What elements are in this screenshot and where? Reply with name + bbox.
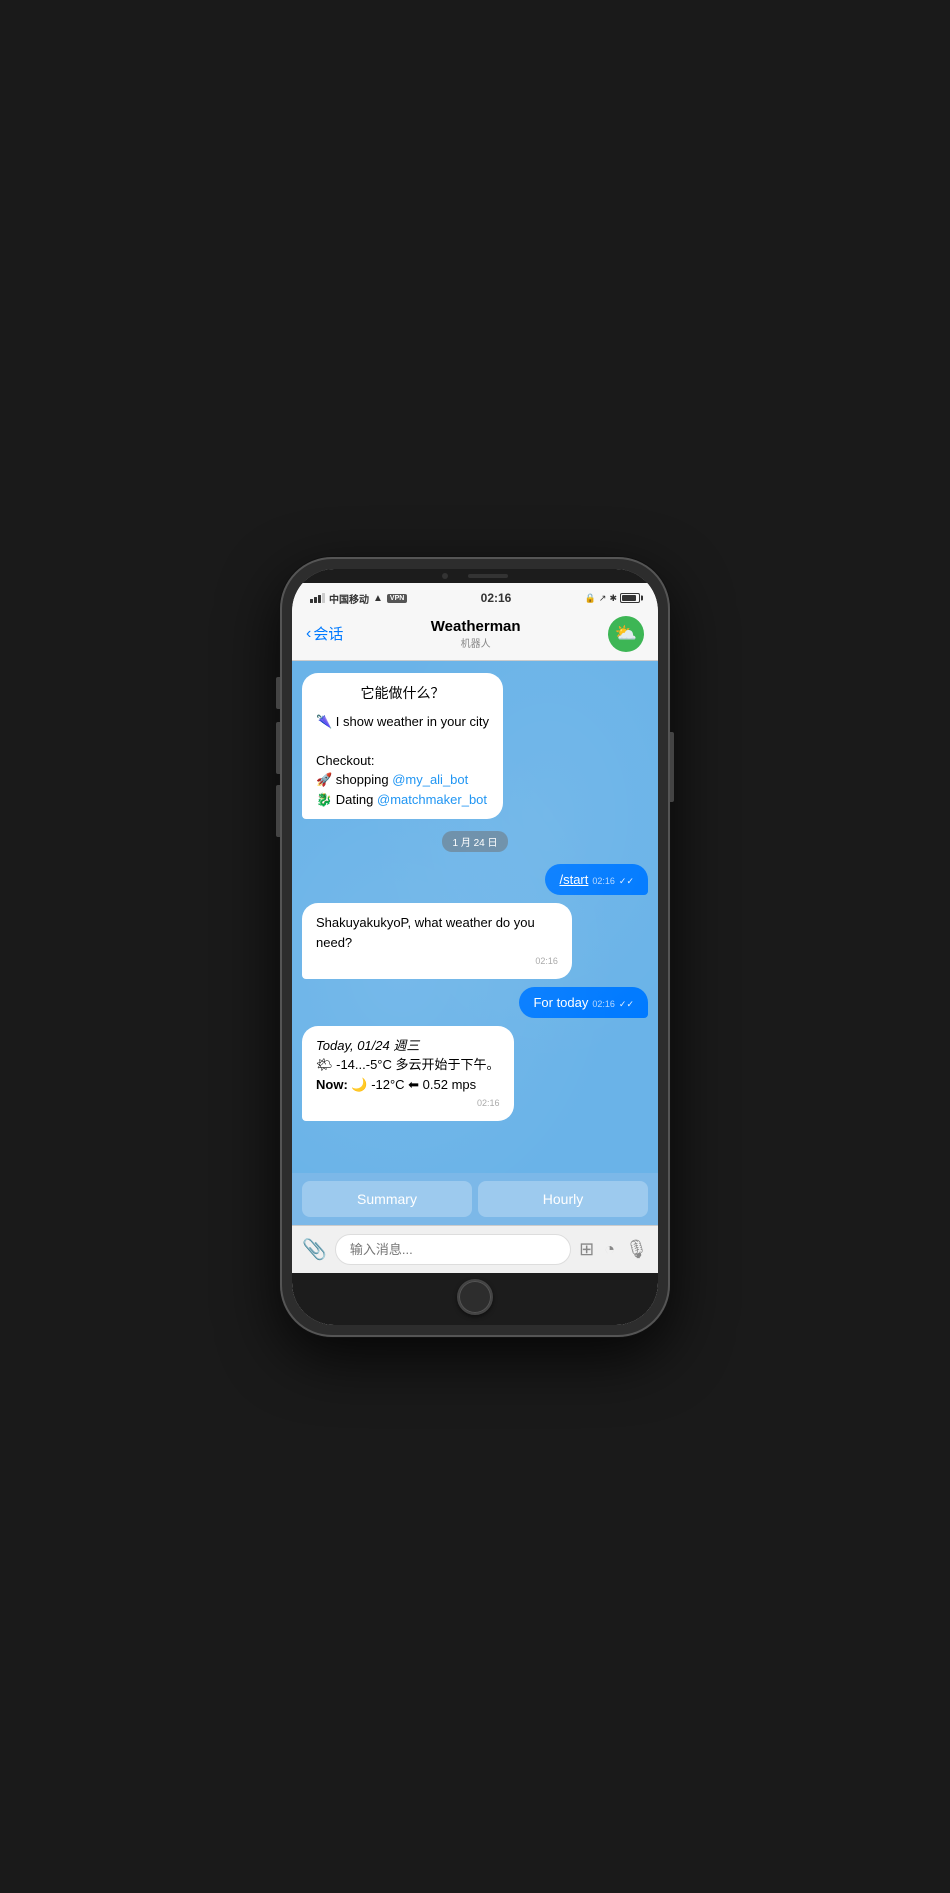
weather-temp-line: 🌤 -14...-5°C 多云开始于下午。 [316,1055,500,1075]
start-text: /start [559,872,588,887]
mic-icon[interactable]: 🎙 [625,1239,648,1260]
mute-button[interactable] [276,677,280,709]
home-button[interactable] [457,1279,493,1315]
for-today-checks: ✓✓ [619,999,634,1010]
signal-bar-1 [310,599,313,603]
battery-fill [622,595,636,601]
start-time: 02:16 [592,876,615,886]
screen: 中国移动 ▲ VPN 02:16 🔒 ↗ ✱ ‹ 会话 [292,569,658,1325]
status-right-icons: 🔒 ↗ ✱ [585,593,640,604]
signal-bars [310,593,325,603]
start-message-bubble: /start 02:16 ✓✓ [545,864,648,895]
signal-bar-2 [314,597,317,603]
battery-indicator [620,593,640,603]
status-bar: 中国移动 ▲ VPN 02:16 🔒 ↗ ✱ [292,583,658,610]
for-today-time: 02:16 [592,999,615,1009]
wifi-icon: ▲ [373,593,383,604]
action-buttons-bar: Summary Hourly [292,1173,658,1225]
chat-title: Weatherman [431,618,521,635]
power-button[interactable] [670,732,674,802]
bluetooth-icon: ✱ [609,593,617,604]
status-time: 02:16 [481,591,512,605]
for-today-text: For today [533,995,588,1010]
weather-date-line: Today, 01/24 週三 [316,1036,500,1056]
bubble-shopping: 🚀 shopping @my_ali_bot [316,770,489,790]
signal-bar-3 [318,595,321,603]
back-label: 会话 [313,623,343,644]
weather-query-time: 02:16 [316,955,558,969]
summary-button[interactable]: Summary [302,1181,472,1217]
start-checks: ✓✓ [619,876,634,887]
bubble-line-1: 🌂 I show weather in your city [316,712,489,732]
signal-bar-4 [322,593,325,603]
weather-now-line: Now: 🌙 -12°C ⬅ 0.52 mps [316,1075,500,1095]
phone-frame: 中国移动 ▲ VPN 02:16 🔒 ↗ ✱ ‹ 会话 [280,557,670,1337]
sticker-icon[interactable]: ⊞ [579,1239,594,1260]
carrier-label: 中国移动 [329,591,369,606]
home-area [292,1273,658,1325]
date-badge: 1 月 24 日 [442,831,507,852]
bot-avatar[interactable]: ⛅ [608,616,644,652]
speaker-bar [468,574,508,578]
bubble-header: 它能做什么？ [316,683,489,704]
chat-subtitle: 机器人 [431,635,521,650]
top-bar [292,569,658,583]
bubble-dating: 🐉 Dating @matchmaker_bot [316,790,489,810]
volume-up-button[interactable] [276,722,280,774]
location-icon: ↗ [599,593,607,604]
nav-bar: ‹ 会话 Weatherman 机器人 ⛅ [292,610,658,661]
ali-bot-link[interactable]: @my_ali_bot [392,772,468,787]
matchmaker-link[interactable]: @matchmaker_bot [377,792,487,807]
nav-center: Weatherman 机器人 [431,618,521,650]
hourly-button[interactable]: Hourly [478,1181,648,1217]
camera-dot [442,573,448,579]
weather-report-time: 02:16 [316,1097,500,1111]
back-button[interactable]: ‹ 会话 [306,623,343,644]
attach-icon[interactable]: 📎 [302,1237,327,1262]
vpn-badge: VPN [387,594,407,603]
back-chevron-icon: ‹ [306,625,311,643]
input-right-icons: ⊞ ◔ 🎙 [579,1239,648,1260]
message-input[interactable] [335,1234,571,1265]
weather-query-text: ShakuyakukyoP, what weather do you need? [316,913,558,952]
volume-down-button[interactable] [276,785,280,837]
weather-report-bubble: Today, 01/24 週三 🌤 -14...-5°C 多云开始于下午。 No… [302,1026,514,1121]
avatar-emoji: ⛅ [615,623,637,644]
for-today-bubble: For today 02:16 ✓✓ [519,987,648,1018]
bubble-checkout: Checkout: [316,751,489,771]
intro-message-bubble: 它能做什么？ 🌂 I show weather in your city Che… [302,673,503,820]
weather-query-bubble: ShakuyakukyoP, what weather do you need?… [302,903,572,979]
input-bar: 📎 ⊞ ◔ 🎙 [292,1225,658,1273]
chat-area: 它能做什么？ 🌂 I show weather in your city Che… [292,661,658,1173]
emoji-icon[interactable]: ◔ [604,1239,615,1260]
lock-icon: 🔒 [585,593,596,604]
